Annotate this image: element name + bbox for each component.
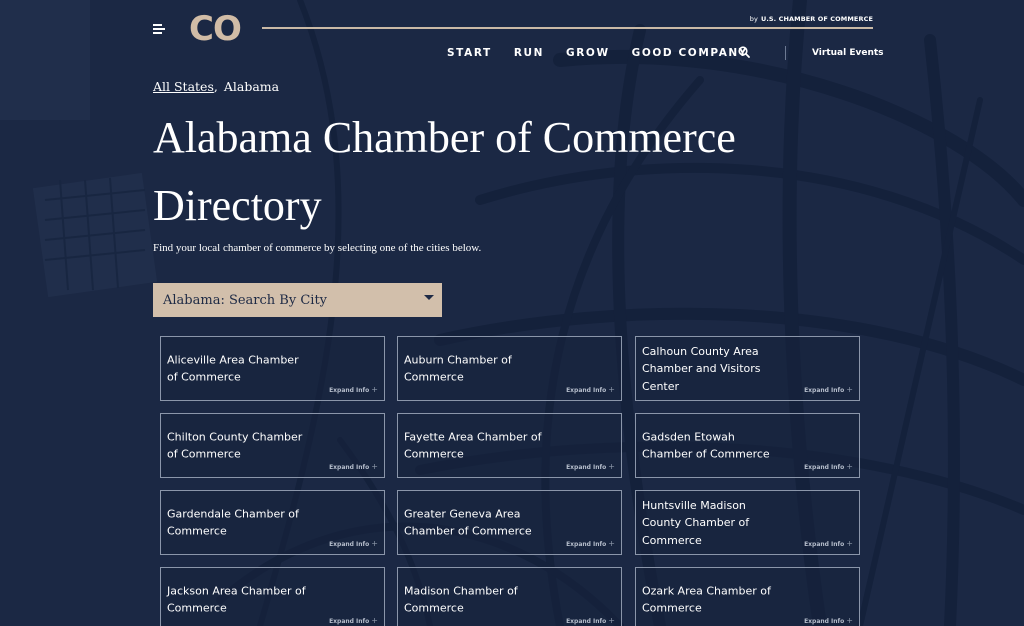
plus-icon: + xyxy=(846,385,853,394)
expand-info-button[interactable]: Expand Info + xyxy=(329,539,378,548)
site-logo[interactable]: CO xyxy=(189,9,242,49)
expand-info-label: Expand Info xyxy=(804,464,845,471)
header-rule xyxy=(262,27,873,29)
expand-info-button[interactable]: Expand Info + xyxy=(329,385,378,394)
expand-info-button[interactable]: Expand Info + xyxy=(566,462,615,471)
chamber-card[interactable]: Huntsville Madison County Chamber of Com… xyxy=(635,490,860,555)
chamber-card[interactable]: Greater Geneva Area Chamber of Commerce E… xyxy=(397,490,622,555)
chamber-card[interactable]: Fayette Area Chamber of Commerce Expand I… xyxy=(397,413,622,478)
expand-info-button[interactable]: Expand Info + xyxy=(804,539,853,548)
chamber-name: Fayette Area Chamber of Commerce xyxy=(404,430,542,461)
chamber-name: Ozark Area Chamber of Commerce xyxy=(642,584,771,615)
plus-icon: + xyxy=(846,462,853,471)
expand-info-label: Expand Info xyxy=(329,541,370,548)
expand-info-button[interactable]: Expand Info + xyxy=(566,385,615,394)
page-title: Alabama Chamber of Commerce Directory xyxy=(153,113,736,230)
city-search-dropdown[interactable]: Alabama: Search By City xyxy=(153,283,442,317)
breadcrumb-all-states[interactable]: All States xyxy=(153,79,214,94)
nav-start[interactable]: START xyxy=(447,47,492,59)
us-chamber-brand[interactable]: by U.S. CHAMBER OF COMMERCE xyxy=(750,15,873,23)
breadcrumb-separator: , xyxy=(213,79,218,94)
chamber-name: Gadsden Etowah Chamber of Commerce xyxy=(642,430,770,461)
plus-icon: + xyxy=(846,539,853,548)
plus-icon: + xyxy=(371,616,378,625)
expand-info-button[interactable]: Expand Info + xyxy=(329,462,378,471)
expand-info-label: Expand Info xyxy=(329,387,370,394)
hamburger-menu-icon[interactable] xyxy=(153,22,165,36)
plus-icon: + xyxy=(608,539,615,548)
caret-down-icon xyxy=(424,295,434,300)
chamber-name: Aliceville Area Chamber of Commerce xyxy=(167,353,299,384)
nav-run[interactable]: RUN xyxy=(514,47,544,59)
expand-info-label: Expand Info xyxy=(566,464,607,471)
chamber-card[interactable]: Auburn Chamber of Commerce Expand Info + xyxy=(397,336,622,401)
chamber-name: Auburn Chamber of Commerce xyxy=(404,353,512,384)
chamber-name: Calhoun County Area Chamber and Visitors… xyxy=(642,344,761,393)
chamber-card[interactable]: Ozark Area Chamber of Commerce Expand Inf… xyxy=(635,567,860,626)
chamber-card[interactable]: Gadsden Etowah Chamber of Commerce Expand… xyxy=(635,413,860,478)
expand-info-button[interactable]: Expand Info + xyxy=(804,385,853,394)
expand-info-button[interactable]: Expand Info + xyxy=(329,616,378,625)
plus-icon: + xyxy=(846,616,853,625)
expand-info-button[interactable]: Expand Info + xyxy=(804,462,853,471)
chamber-name: Gardendale Chamber of Commerce xyxy=(167,507,299,538)
expand-info-label: Expand Info xyxy=(804,387,845,394)
plus-icon: + xyxy=(608,616,615,625)
chamber-card[interactable]: Jackson Area Chamber of Commerce Expand I… xyxy=(160,567,385,626)
search-icon[interactable] xyxy=(738,46,750,58)
expand-info-label: Expand Info xyxy=(566,618,607,625)
expand-info-label: Expand Info xyxy=(566,541,607,548)
virtual-events-link[interactable]: Virtual Events xyxy=(812,48,884,58)
plus-icon: + xyxy=(371,539,378,548)
expand-info-label: Expand Info xyxy=(804,618,845,625)
chamber-card[interactable]: Gardendale Chamber of Commerce Expand Inf… xyxy=(160,490,385,555)
nav-divider xyxy=(785,46,786,60)
expand-info-button[interactable]: Expand Info + xyxy=(566,616,615,625)
page-description: Find your local chamber of commerce by s… xyxy=(153,242,482,254)
chamber-card[interactable]: Chilton County Chamber of Commerce Expand… xyxy=(160,413,385,478)
breadcrumb: All States, Alabama xyxy=(153,79,279,94)
chamber-name: Madison Chamber of Commerce xyxy=(404,584,518,615)
chamber-name: Huntsville Madison County Chamber of Com… xyxy=(642,498,750,547)
page: CO by U.S. CHAMBER OF COMMERCE START RUN … xyxy=(0,0,1024,626)
expand-info-label: Expand Info xyxy=(566,387,607,394)
nav-grow[interactable]: GROW xyxy=(566,47,610,59)
plus-icon: + xyxy=(371,385,378,394)
expand-info-button[interactable]: Expand Info + xyxy=(566,539,615,548)
nav-good-company[interactable]: GOOD COMPANY xyxy=(632,47,748,59)
chamber-card[interactable]: Madison Chamber of Commerce Expand Info + xyxy=(397,567,622,626)
dropdown-label: Alabama: Search By City xyxy=(163,292,328,308)
expand-info-button[interactable]: Expand Info + xyxy=(804,616,853,625)
expand-info-label: Expand Info xyxy=(804,541,845,548)
breadcrumb-current: Alabama xyxy=(223,79,280,94)
chamber-name: Greater Geneva Area Chamber of Commerce xyxy=(404,507,532,538)
plus-icon: + xyxy=(608,385,615,394)
expand-info-label: Expand Info xyxy=(329,464,370,471)
chamber-name: Jackson Area Chamber of Commerce xyxy=(167,584,306,615)
plus-icon: + xyxy=(371,462,378,471)
expand-info-label: Expand Info xyxy=(329,618,370,625)
main-nav: START RUN GROW GOOD COMPANY xyxy=(447,47,770,59)
chamber-card[interactable]: Aliceville Area Chamber of Commerce Expan… xyxy=(160,336,385,401)
plus-icon: + xyxy=(608,462,615,471)
brand-name: U.S. CHAMBER OF COMMERCE xyxy=(760,15,873,23)
chamber-name: Chilton County Chamber of Commerce xyxy=(167,430,303,461)
by-prefix: by xyxy=(749,15,758,23)
chamber-card[interactable]: Calhoun County Area Chamber and Visitors… xyxy=(635,336,860,401)
